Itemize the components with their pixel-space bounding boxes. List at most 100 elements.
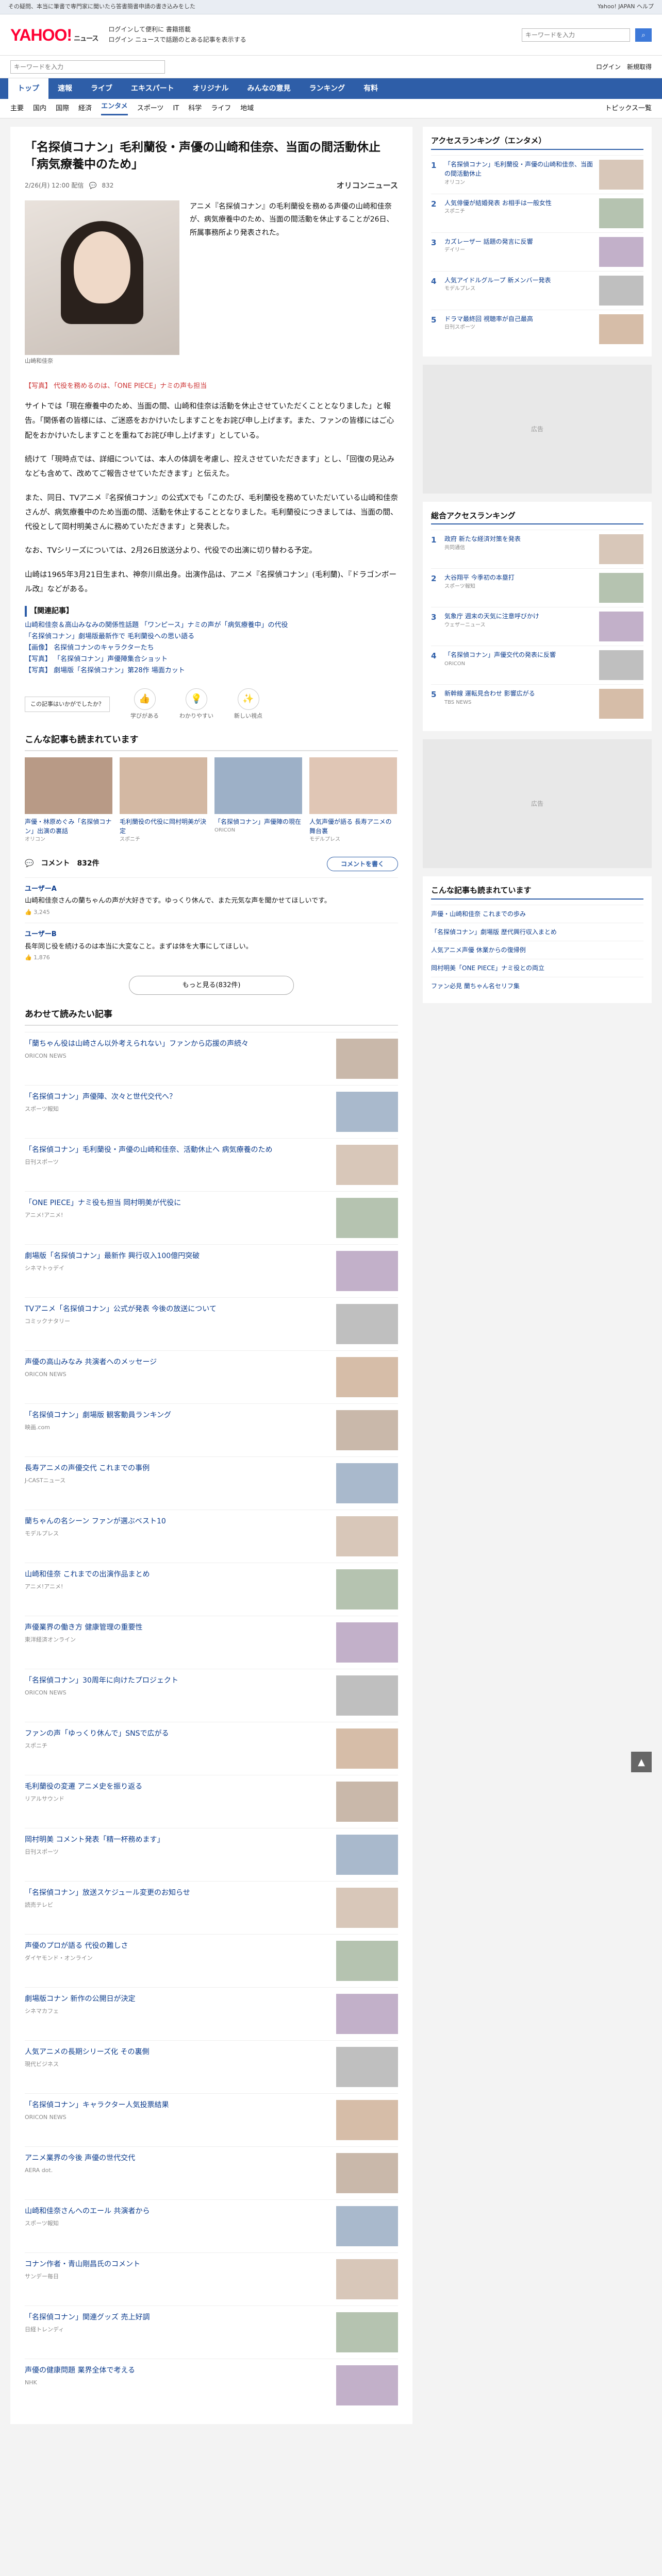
more-article-item[interactable]: 山崎和佳奈さんへのエール 共演者から スポーツ報知 [25, 2199, 398, 2252]
ranking-item[interactable]: 3 気象庁 週末の天気に注意呼びかけ ウェザーニュース [431, 607, 643, 646]
more-article-item[interactable]: TVアニメ「名探偵コナン」公式が発表 今後の放送について コミックナタリー [25, 1297, 398, 1350]
more-article-source: モデルプレス [25, 1530, 59, 1537]
more-article-item[interactable]: 声優業界の働き方 健康管理の重要性 東洋経済オンライン [25, 1615, 398, 1669]
more-article-item[interactable]: 「名探偵コナン」劇場版 観客動員ランキング 映画.com [25, 1403, 398, 1456]
ranking-item[interactable]: 2 人気俳優が結婚発表 お相手は一般女性 スポニチ [431, 193, 643, 232]
post-comment-button[interactable]: コメントを書く [326, 856, 398, 871]
related-link[interactable]: 【写真】 「名探偵コナン」声優陣集合ショット [25, 654, 398, 665]
more-article-item[interactable]: アニメ業界の今後 声優の世代交代 AERA dot. [25, 2146, 398, 2199]
article-comment-count[interactable]: 832 [102, 181, 113, 190]
topic-link[interactable]: 声優・山崎和佳奈 これまでの歩み [431, 904, 643, 923]
more-article-text: 「名探偵コナン」声優陣、次々と世代交代へ？ スポーツ報知 [25, 1092, 329, 1132]
topic-link[interactable]: ファン必見 蘭ちゃん名セリフ集 [431, 976, 643, 995]
nav-item[interactable]: オリジナル [184, 78, 238, 99]
more-article-item[interactable]: 「蘭ちゃん役は山崎さん以外考えられない」ファンから応援の声続々 ORICON NE… [25, 1031, 398, 1085]
nav-item[interactable]: 有料 [354, 78, 387, 99]
nav-item[interactable]: ランキング [300, 78, 355, 99]
ranking-item[interactable]: 2 大谷翔平 今季初の本塁打 スポーツ報知 [431, 568, 643, 607]
header-search-input[interactable] [522, 28, 630, 42]
recommend-card[interactable]: 声優・林原めぐみ「名探偵コナン」出演の裏話 オリコン [25, 757, 112, 843]
category-tab[interactable]: 国内 [33, 104, 46, 114]
recommend-card[interactable]: 毛利蘭役の代役に岡村明美が決定 スポニチ [120, 757, 207, 843]
more-article-item[interactable]: 人気アニメの長期シリーズ化 その裏側 現代ビジネス [25, 2040, 398, 2093]
related-link[interactable]: 【画像】 名探偵コナンのキャラクターたち [25, 642, 398, 654]
more-article-item[interactable]: 「名探偵コナン」関連グッズ 売上好調 日経トレンディ [25, 2305, 398, 2359]
more-article-item[interactable]: 声優の健康問題 業界全体で考える NHK [25, 2358, 398, 2412]
more-article-item[interactable]: コナン作者・青山剛昌氏のコメント サンデー毎日 [25, 2252, 398, 2306]
category-tab[interactable]: エンタメ [101, 101, 128, 115]
reaction-button[interactable]: 💡 わかりやすい [179, 688, 213, 721]
ranking-item[interactable]: 5 新幹線 運転見合わせ 影響広がる TBS NEWS [431, 684, 643, 723]
category-tab[interactable]: ライフ [211, 104, 231, 114]
more-article-item[interactable]: 「名探偵コナン」声優陣、次々と世代交代へ？ スポーツ報知 [25, 1084, 398, 1138]
more-article-item[interactable]: 長寿アニメの声優交代 これまでの事例 J-CASTニュース [25, 1456, 398, 1510]
header-link-1[interactable]: ログインして便利に 書籍搭載 [108, 25, 246, 35]
comment-user[interactable]: ユーザーA [25, 884, 398, 894]
subheader-search-input[interactable] [10, 60, 165, 74]
ranking-item[interactable]: 4 人気アイドルグループ 新メンバー発表 モデルプレス [431, 270, 643, 310]
ranking-item[interactable]: 1 「名探偵コナン」毛利蘭役・声優の山崎和佳奈、当面の間活動休止 オリコン [431, 155, 643, 194]
top-utility-right[interactable]: Yahoo! JAPAN ヘルプ [598, 3, 654, 11]
nav-item[interactable]: 速報 [48, 78, 81, 99]
category-tab[interactable]: 主要 [10, 104, 24, 114]
category-tab[interactable]: 国際 [56, 104, 69, 114]
nav-item[interactable]: みんなの意見 [238, 78, 300, 99]
topics-list-link[interactable]: トピックス一覧 [605, 104, 652, 114]
nav-item[interactable]: エキスパート [122, 78, 184, 99]
header-link-2[interactable]: ログイン ニュースで話題のとある記事を表示する [108, 35, 246, 45]
more-article-item[interactable]: ファンの声「ゆっくり休んで」SNSで広がる スポニチ [25, 1721, 398, 1775]
recommend-card[interactable]: 人気声優が語る 長寿アニメの舞台裏 モデルプレス [309, 757, 397, 843]
more-article-item[interactable]: 劇場版「名探偵コナン」最新作 興行収入100億円突破 シネマトゥデイ [25, 1244, 398, 1297]
related-link[interactable]: 【写真】 劇場版「名探偵コナン」第28作 場面カット [25, 665, 398, 676]
login-link[interactable]: ログイン [596, 62, 621, 72]
recommend-card[interactable]: 「名探偵コナン」声優陣の現在 ORICON [214, 757, 302, 843]
ranking-item[interactable]: 3 カズレーザー 話題の発言に反響 デイリー [431, 232, 643, 271]
comment-likes[interactable]: 👍 1,876 [25, 954, 398, 962]
sidebar-ad-2[interactable]: 広告 [423, 739, 652, 868]
nav-item[interactable]: ライブ [81, 78, 122, 99]
header-search-button[interactable]: ⌕ [635, 28, 652, 42]
more-article-item[interactable]: 毛利蘭役の変遷 アニメ史を振り返る リアルサウンド [25, 1774, 398, 1828]
more-article-item[interactable]: 「名探偵コナン」30周年に向けたプロジェクト ORICON NEWS [25, 1668, 398, 1722]
scroll-to-top-button[interactable]: ▲ [631, 1752, 652, 1772]
topic-link[interactable]: 「名探偵コナン」劇場版 歴代興行収入まとめ [431, 922, 643, 941]
ranking-item[interactable]: 1 政府 新たな経済対策を発表 共同通信 [431, 530, 643, 568]
related-link[interactable]: 「名探偵コナン」劇場版最新作で 毛利蘭役への思い語る [25, 631, 398, 642]
category-tab[interactable]: 経済 [78, 104, 92, 114]
provider-logo[interactable]: オリコンニュース [337, 180, 398, 192]
more-article-item[interactable]: 「名探偵コナン」放送スケジュール変更のお知らせ 読売テレビ [25, 1880, 398, 1934]
category-tab[interactable]: IT [173, 104, 179, 114]
more-article-item[interactable]: 声優の高山みなみ 共演者へのメッセージ ORICON NEWS [25, 1350, 398, 1403]
comment-likes[interactable]: 👍 3,245 [25, 908, 398, 917]
ranking-item[interactable]: 5 ドラマ最終回 視聴率が自己最高 日刊スポーツ [431, 309, 643, 348]
category-tab[interactable]: 科学 [188, 104, 202, 114]
more-article-item[interactable]: 山崎和佳奈 これまでの出演作品まとめ アニメ!アニメ! [25, 1562, 398, 1616]
more-article-item[interactable]: 蘭ちゃんの名シーン ファンが選ぶベスト10 モデルプレス [25, 1509, 398, 1563]
reaction-button[interactable]: 👍 学びがある [130, 688, 159, 721]
comment-icon[interactable]: 💬 [89, 181, 97, 190]
topic-link[interactable]: 岡村明美「ONE PIECE」ナミ役との両立 [431, 958, 643, 977]
reaction-button[interactable]: ✨ 新しい視点 [234, 688, 262, 721]
ranking-item[interactable]: 4 「名探偵コナン」声優交代の発表に反響 ORICON [431, 646, 643, 684]
register-link[interactable]: 新規取得 [627, 62, 652, 72]
more-article-item[interactable]: 「名探偵コナン」毛利蘭役・声優の山崎和佳奈、活動休止へ 病気療養のため 日刊スポー… [25, 1138, 398, 1191]
more-articles-title: あわせて読みたい記事 [25, 1008, 398, 1026]
more-article-item[interactable]: 「名探偵コナン」キャラクター人気投票結果 ORICON NEWS [25, 2093, 398, 2146]
comment-user[interactable]: ユーザーB [25, 929, 398, 940]
ranking-thumbnail [599, 236, 643, 267]
category-tab[interactable]: スポーツ [137, 104, 164, 114]
more-article-text: 「名探偵コナン」30周年に向けたプロジェクト ORICON NEWS [25, 1675, 329, 1716]
more-article-item[interactable]: 「ONE PIECE」ナミ役も担当 岡村明美が代役に アニメ!アニメ! [25, 1191, 398, 1244]
photo-link[interactable]: 【写真】 代役を務めるのは、「ONE PIECE」ナミの声も担当 [25, 381, 398, 392]
nav-item[interactable]: トップ [8, 78, 48, 99]
sidebar-ad[interactable]: 広告 [423, 364, 652, 494]
more-comments-button[interactable]: もっと見る(832件) [129, 975, 294, 995]
more-article-item[interactable]: 劇場版コナン 新作の公開日が決定 シネマカフェ [25, 1987, 398, 2040]
category-tab[interactable]: 地域 [240, 104, 254, 114]
article-photo[interactable] [25, 200, 179, 355]
yahoo-news-logo[interactable]: YAHOO! ニュース [10, 23, 98, 47]
more-article-item[interactable]: 岡村明美 コメント発表「精一杯務めます」 日刊スポーツ [25, 1827, 398, 1881]
topic-link[interactable]: 人気アニメ声優 休業からの復帰例 [431, 940, 643, 959]
related-link[interactable]: 山崎和佳奈＆高山みなみの関係性話題 「ワンピース」ナミの声が「病気療養中」の代役 [25, 620, 398, 631]
more-article-item[interactable]: 声優のプロが語る 代役の難しさ ダイヤモンド・オンライン [25, 1934, 398, 1987]
